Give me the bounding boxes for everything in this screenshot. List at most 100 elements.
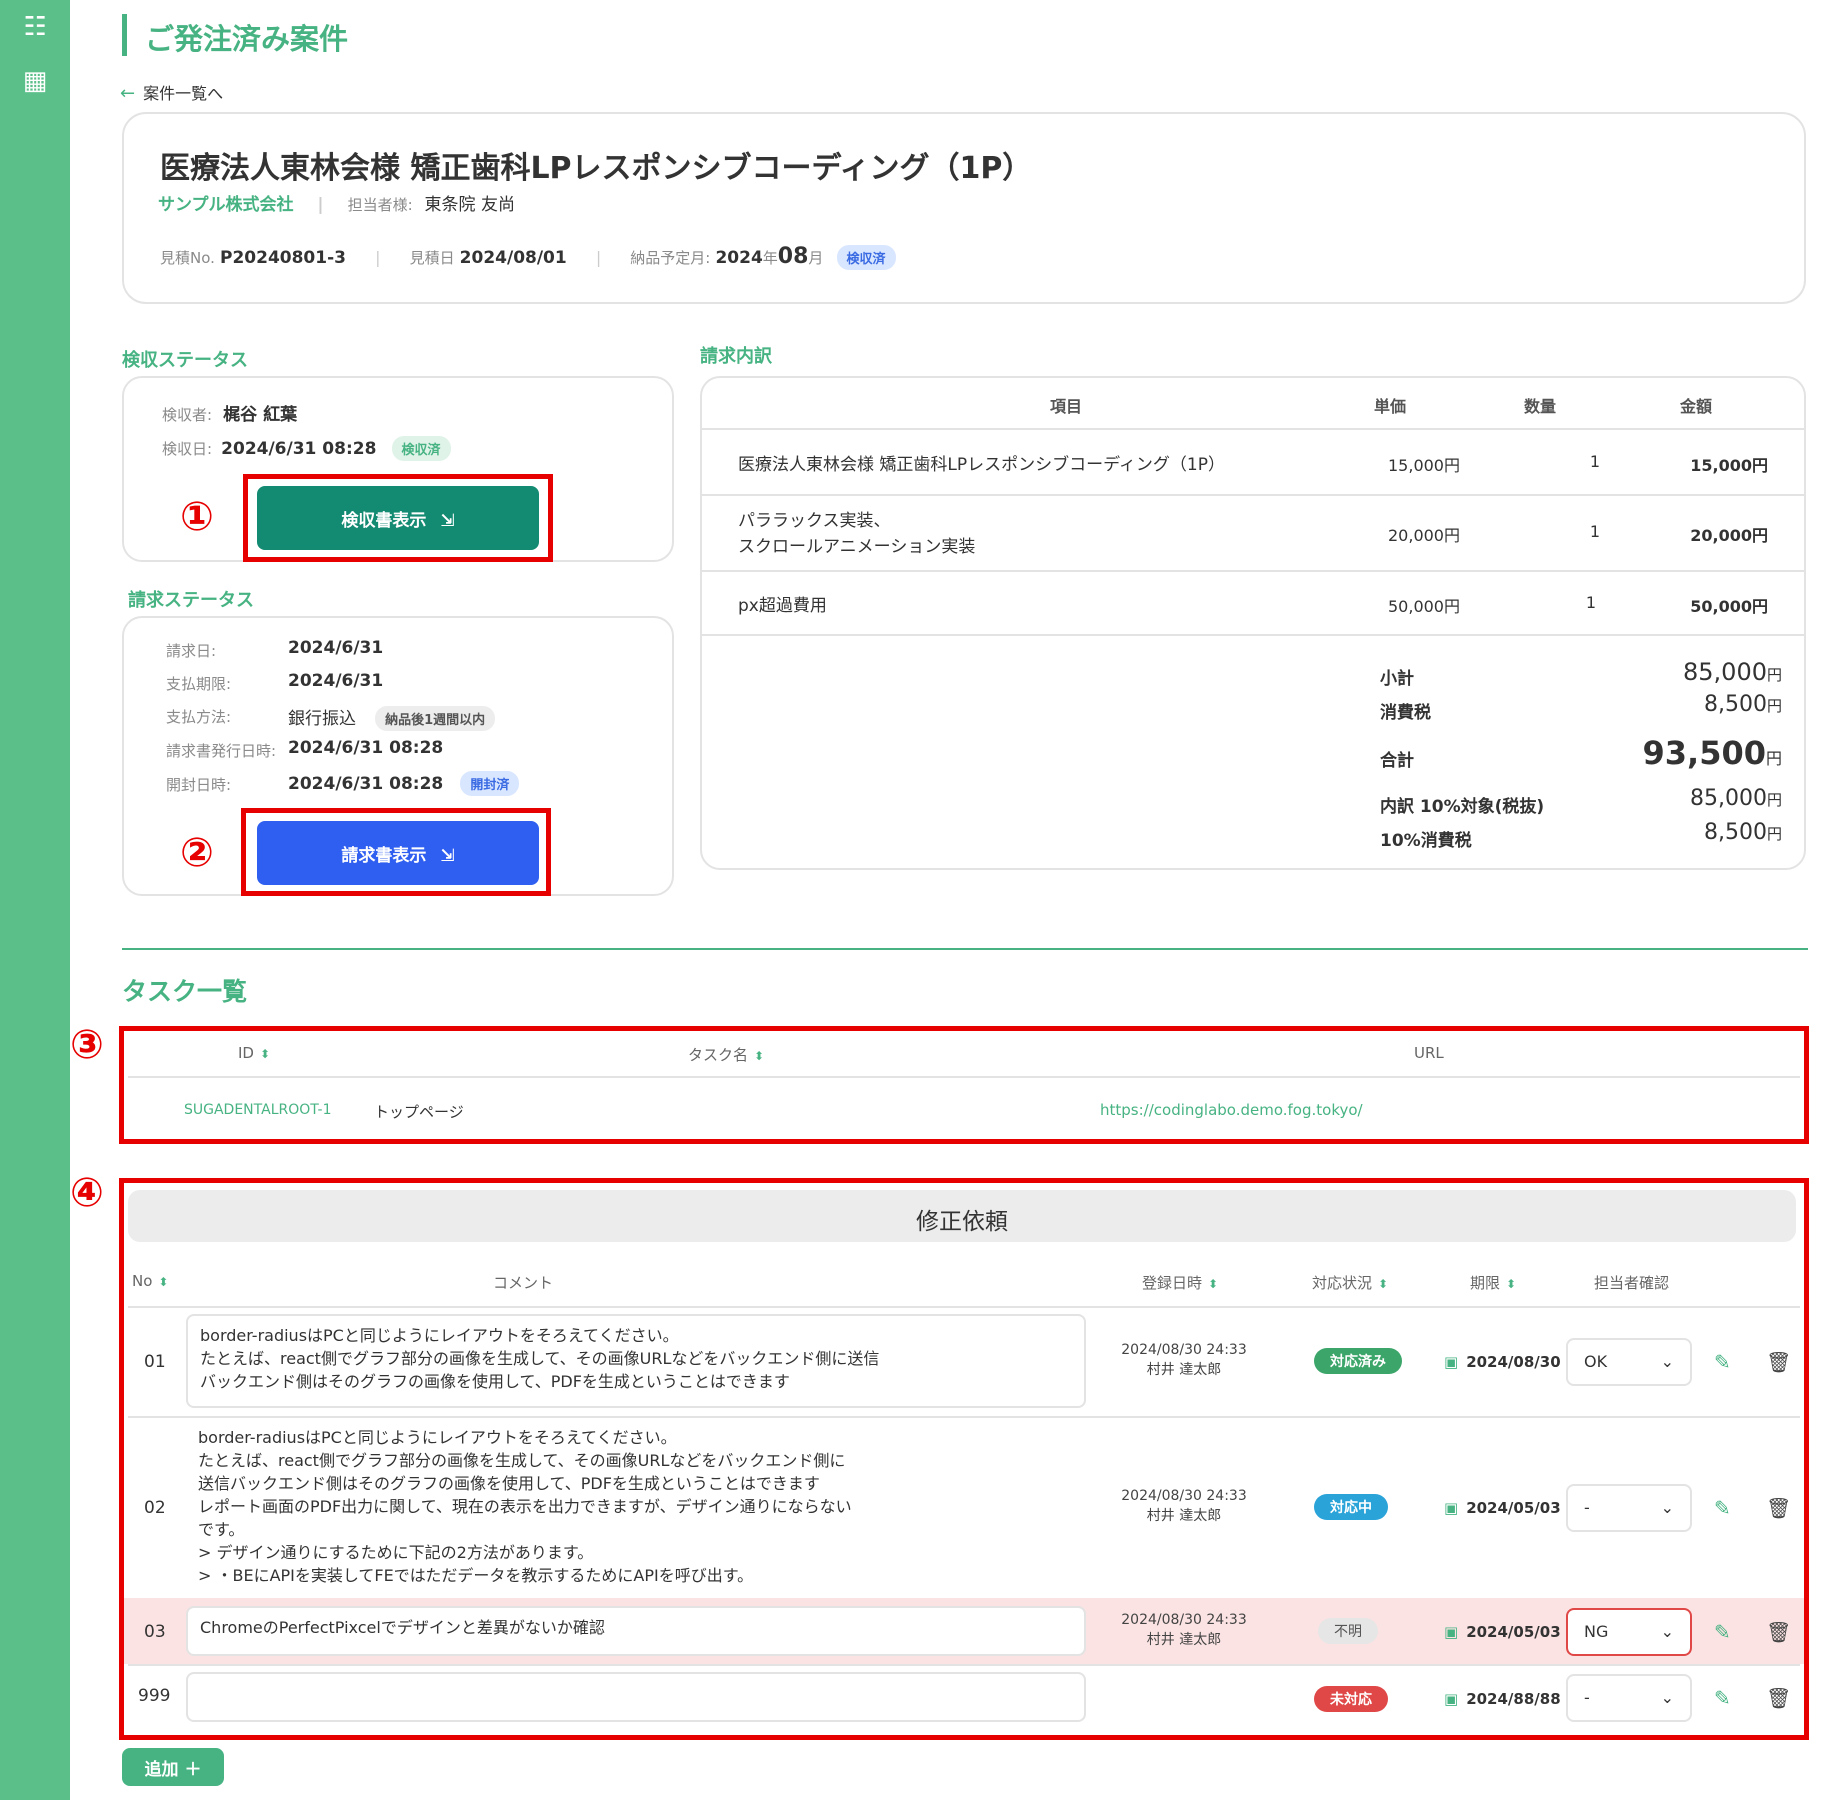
edit-icon[interactable]: ✎ — [1714, 1496, 1731, 1520]
list-check-icon[interactable]: ☷ — [20, 12, 50, 42]
col-reg-date[interactable]: 登録日時 ⬍ — [1142, 1272, 1218, 1293]
invoice-item-qty: 1 — [1585, 593, 1596, 612]
divider — [702, 570, 1804, 572]
tax: 8,500 — [1704, 692, 1767, 717]
row-no: 02 — [144, 1498, 166, 1518]
invoice-item-price: 50,000円 — [1388, 597, 1460, 616]
invoice-item-amount: 20,000円 — [1690, 526, 1768, 545]
billing-date-label: 請求日: — [166, 642, 217, 660]
status-badge: 未対応 — [1314, 1686, 1388, 1712]
invoice-item-qty: 1 — [1589, 452, 1600, 471]
opened-at: 2024/6/31 08:28 — [288, 774, 444, 794]
back-link[interactable]: ← 案件一覧へ — [120, 80, 223, 104]
revision-header: 修正依頼 — [128, 1190, 1796, 1242]
title-accent-bar — [122, 14, 127, 56]
col-no[interactable]: No ⬍ — [132, 1272, 168, 1290]
deadline[interactable]: ▣ 2024/05/03 — [1444, 1623, 1561, 1641]
confirm-select[interactable]: NG ⌄ — [1566, 1608, 1692, 1656]
inspection-status-badge: 検収済 — [391, 436, 451, 461]
comment-line: です。 — [198, 1520, 245, 1539]
deadline[interactable]: ▣ 2024/05/03 — [1444, 1499, 1561, 1517]
chevron-down-icon: ⌄ — [1660, 1622, 1674, 1641]
registered-at: 2024/08/30 24:33 村井 達太郎 — [1104, 1610, 1264, 1650]
estimate-no-label: 見積No. — [160, 249, 215, 267]
sort-icon: ⬍ — [158, 1275, 169, 1289]
delivery-status-badge: 検収済 — [836, 245, 896, 270]
invoice-issued: 2024/6/31 08:28 — [288, 738, 444, 758]
task-name: トップページ — [374, 1103, 464, 1121]
comment-field[interactable]: ChromeのPerfectPixcelでデザインと差異がないか確認 — [186, 1606, 1086, 1656]
comment-line: たとえば、react側でグラフ部分の画像を生成して、その画像URLなどをバックエ… — [198, 1451, 846, 1470]
confirm-select[interactable]: OK ⌄ — [1566, 1338, 1692, 1386]
estimate-date-label: 見積日 — [409, 249, 455, 267]
subtotal-label: 小計 — [1380, 669, 1414, 689]
comment-line: > ・BEにAPIを実装してFEではただデータを教示するためにAPIを呼び出す。 — [198, 1566, 754, 1585]
deadline[interactable]: ▣ 2024/08/30 — [1444, 1353, 1561, 1371]
sort-icon: ⬍ — [1208, 1277, 1219, 1291]
trash-icon[interactable]: 🗑 — [1766, 1350, 1791, 1374]
task-url-link[interactable]: https://codinglabo.demo.fog.tokyo/ — [1100, 1101, 1363, 1119]
sort-icon: ⬍ — [259, 1047, 271, 1061]
confirm-select[interactable]: - ⌄ — [1566, 1674, 1692, 1722]
reg-user: 村井 達太郎 — [1146, 1508, 1222, 1524]
yen-unit: 円 — [1766, 697, 1782, 715]
inspector-row: 検収者: 梶谷 紅葉 — [162, 400, 297, 425]
inspector-label: 検収者: — [162, 406, 213, 424]
estimate-no: P20240801-3 — [220, 248, 346, 268]
chevron-down-icon: ⌄ — [1660, 1352, 1674, 1371]
confirm-value: NG — [1584, 1622, 1609, 1641]
confirm-select[interactable]: - ⌄ — [1566, 1484, 1692, 1532]
edit-icon[interactable]: ✎ — [1714, 1686, 1731, 1710]
sort-icon: ⬍ — [1378, 1277, 1389, 1291]
payment-due: 2024/6/31 — [288, 671, 384, 691]
comment-line: たとえば、react側でグラフ部分の画像を生成して、その画像URLなどをバックエ… — [200, 1349, 880, 1368]
breakdown-tax: 8,500 — [1704, 820, 1767, 845]
task-id[interactable]: SUGADENTALROOT-1 — [184, 1102, 332, 1118]
calculator-icon[interactable]: ▦ — [20, 66, 50, 96]
deadline[interactable]: ▣ 2024/88/88 — [1444, 1690, 1561, 1708]
col-status[interactable]: 対応状況 ⬍ — [1312, 1272, 1388, 1293]
billing-date: 2024/6/31 — [288, 638, 384, 658]
arrow-left-icon: ← — [120, 83, 136, 104]
col-unit-price: 単価 — [1374, 397, 1407, 416]
col-id[interactable]: ID ⬍ — [238, 1044, 270, 1062]
col-task-name[interactable]: タスク名 ⬍ — [688, 1044, 764, 1065]
col-deadline[interactable]: 期限 ⬍ — [1470, 1272, 1516, 1293]
trash-icon[interactable]: 🗑 — [1766, 1620, 1791, 1644]
total-row: 93,500円 — [1600, 734, 1783, 772]
confirm-value: OK — [1584, 1352, 1608, 1371]
col-comment: コメント — [493, 1274, 554, 1292]
comment-field[interactable] — [186, 1672, 1086, 1722]
reg-date: 2024/08/30 24:33 — [1121, 1612, 1247, 1628]
view-inspection-doc-button[interactable]: 検収書表示 ⇲ — [257, 486, 539, 550]
total: 93,500 — [1642, 734, 1766, 772]
col-reg-date-label: 登録日時 — [1142, 1274, 1203, 1292]
edit-icon[interactable]: ✎ — [1714, 1350, 1731, 1374]
invoice-issued-label: 請求書発行日時: — [166, 742, 277, 760]
comment-field[interactable]: border-radiusはPCと同じようにレイアウトをそろえてください。 たと… — [186, 1314, 1086, 1408]
registered-at: 2024/08/30 24:33 村井 達太郎 — [1104, 1340, 1264, 1380]
sort-icon: ⬍ — [1506, 1277, 1517, 1291]
project-title: 医療法人東林会様 矯正歯科LPレスポンシブコーディング（1P） — [160, 151, 1033, 186]
trash-icon[interactable]: 🗑 — [1766, 1686, 1791, 1710]
view-invoice-button[interactable]: 請求書表示 ⇲ — [257, 821, 539, 885]
invoice-item-amount: 50,000円 — [1690, 597, 1768, 616]
delivery-month: 08 — [777, 244, 809, 269]
reg-date: 2024/08/30 24:33 — [1121, 1342, 1247, 1358]
invoice-item-name: 医療法人東林会様 矯正歯科LPレスポンシブコーディング（1P） — [738, 455, 1226, 475]
invoice-item-name: スクロールアニメーション実装 — [738, 537, 976, 557]
project-meta: 見積No. P20240801-3 | 見積日 2024/08/01 | 納品予… — [160, 244, 896, 270]
row-no: 999 — [138, 1686, 171, 1706]
client-link[interactable]: サンプル株式会社 — [158, 195, 294, 215]
opened-row: 2024/6/31 08:28 開封済 — [288, 771, 520, 796]
breakdown-tax-row: 8,500円 — [1640, 820, 1782, 845]
yen-unit: 円 — [1765, 749, 1782, 768]
invoice-item-name: px超過費用 — [738, 596, 827, 616]
col-confirm: 担当者確認 — [1594, 1274, 1670, 1292]
add-button[interactable]: 追加 ＋ — [122, 1748, 224, 1786]
trash-icon[interactable]: 🗑 — [1766, 1496, 1791, 1520]
edit-icon[interactable]: ✎ — [1714, 1620, 1731, 1644]
comment-line: > デザイン通りにするために下記の2方法があります。 — [198, 1543, 594, 1562]
estimate-date: 2024/08/01 — [459, 248, 567, 268]
divider — [128, 1306, 1800, 1308]
